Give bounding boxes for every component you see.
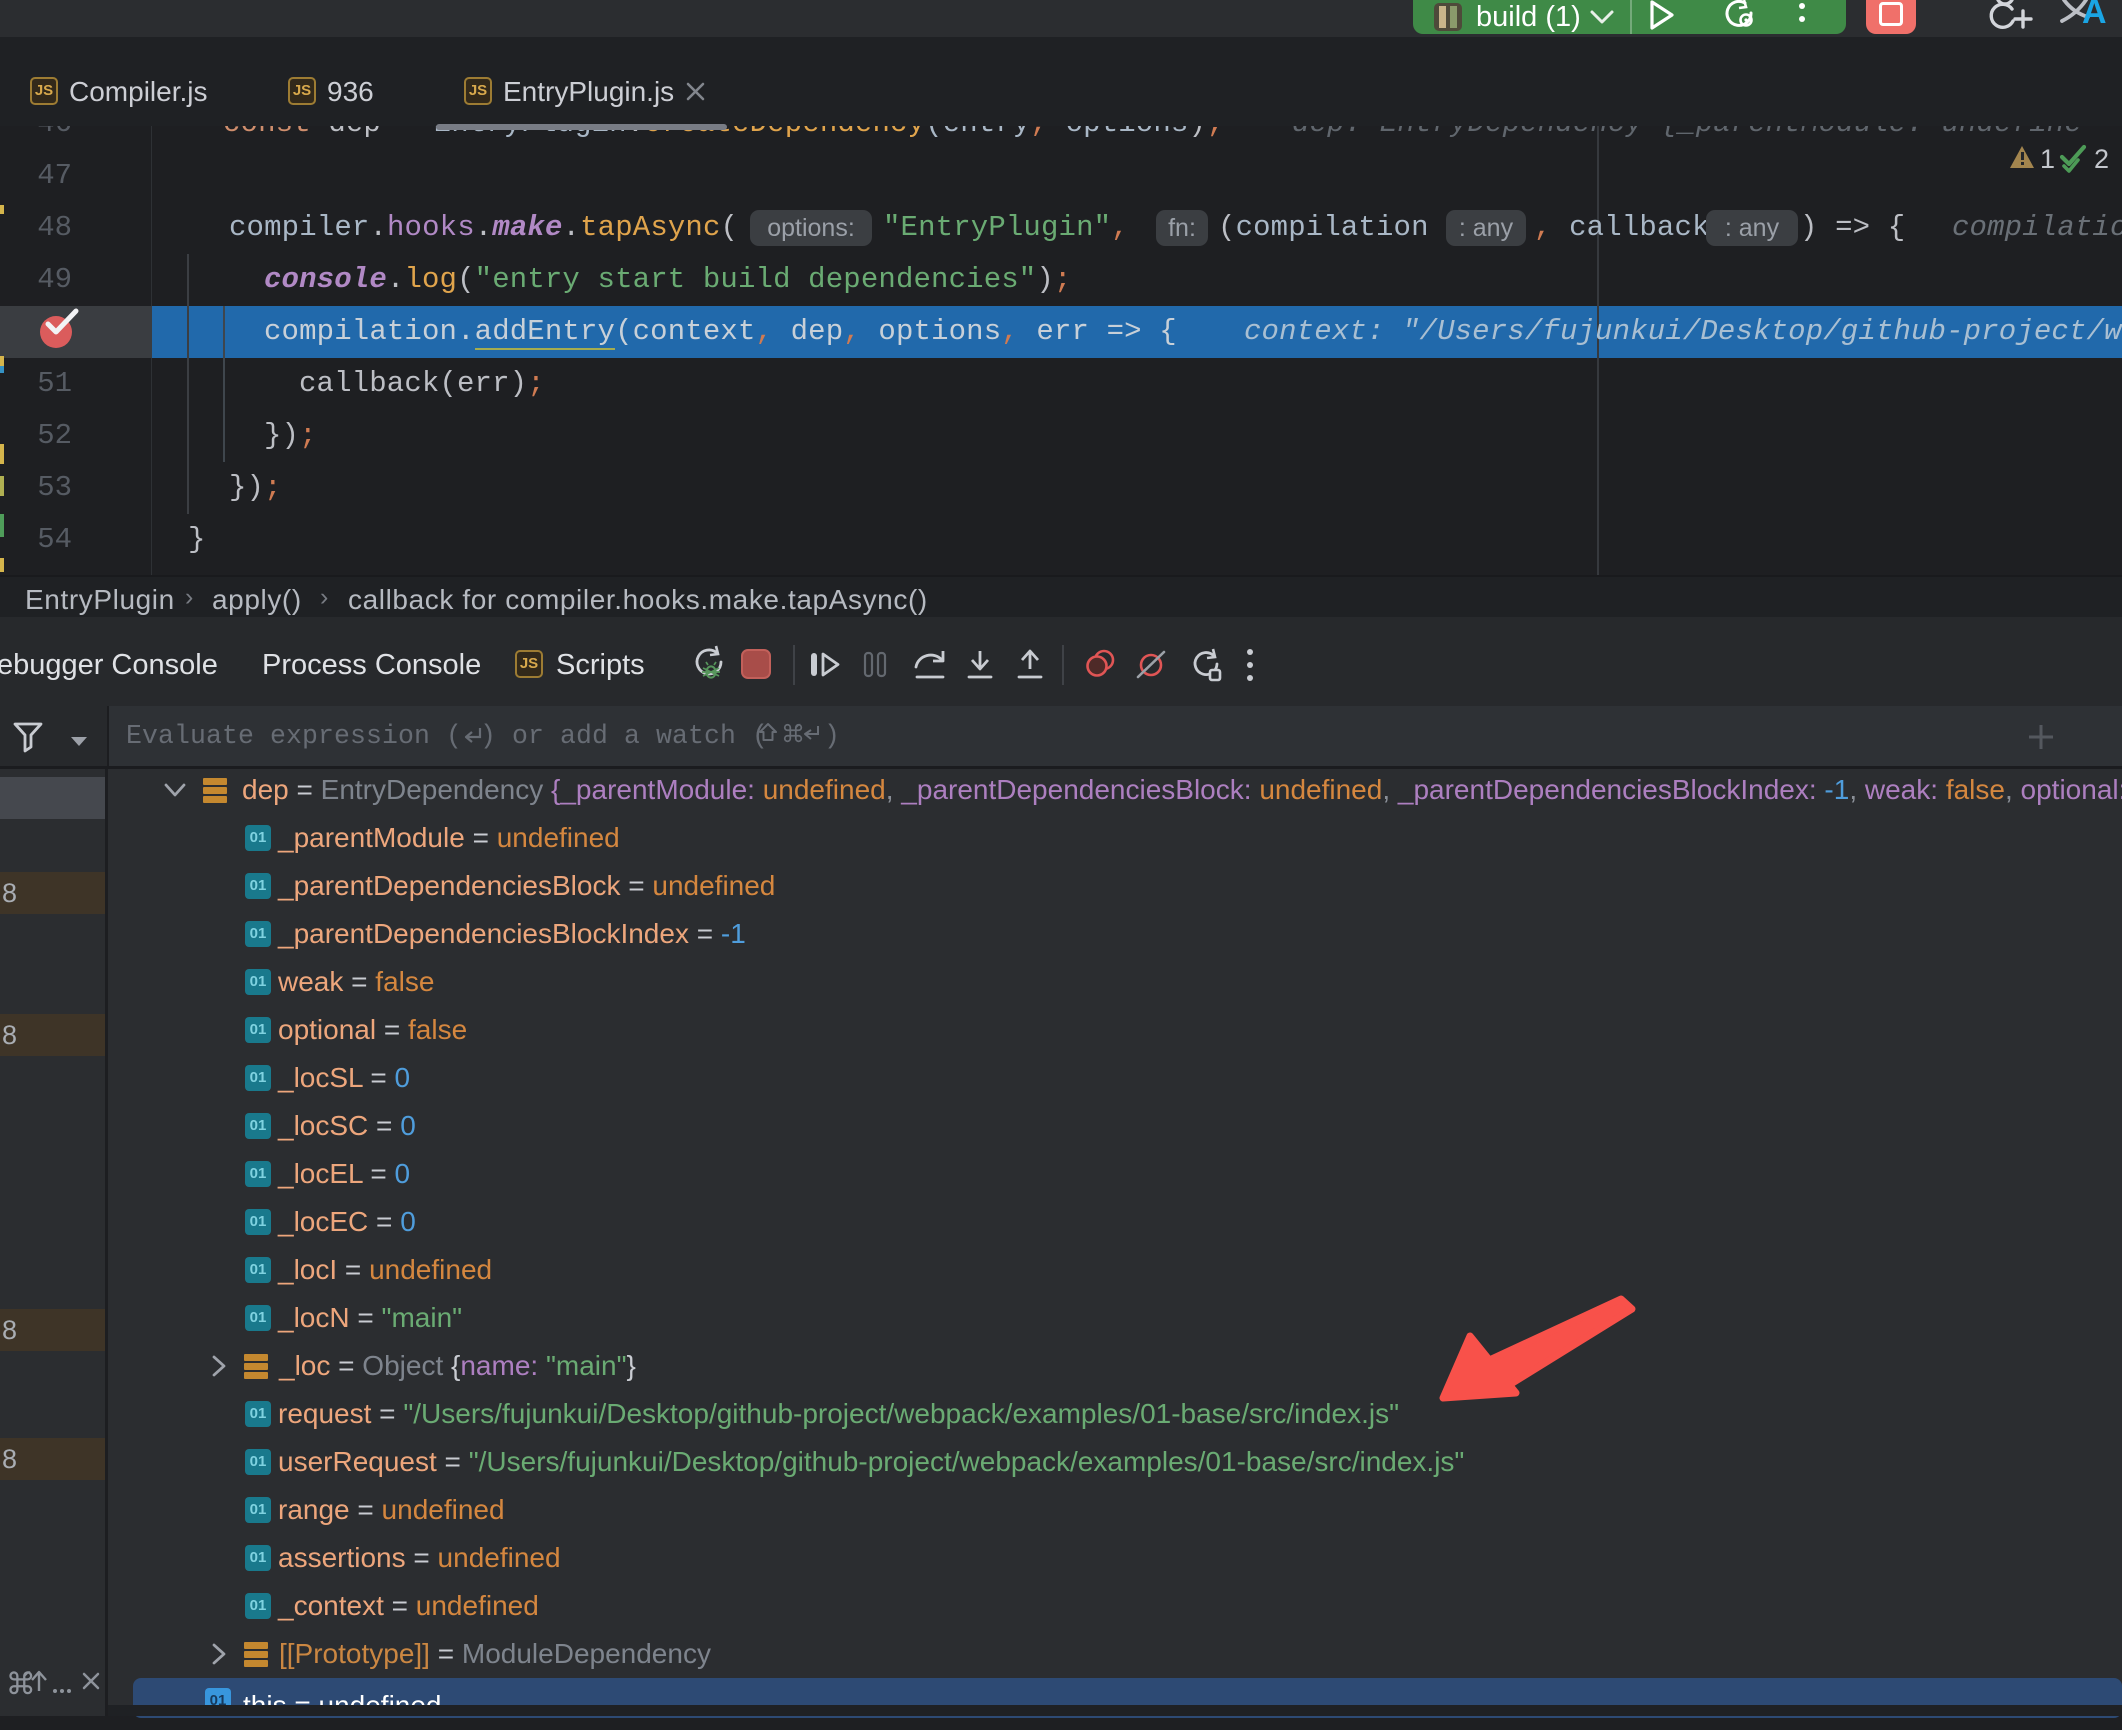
svg-text:1: 1 xyxy=(2040,144,2055,174)
svg-text:2: 2 xyxy=(2094,144,2109,174)
